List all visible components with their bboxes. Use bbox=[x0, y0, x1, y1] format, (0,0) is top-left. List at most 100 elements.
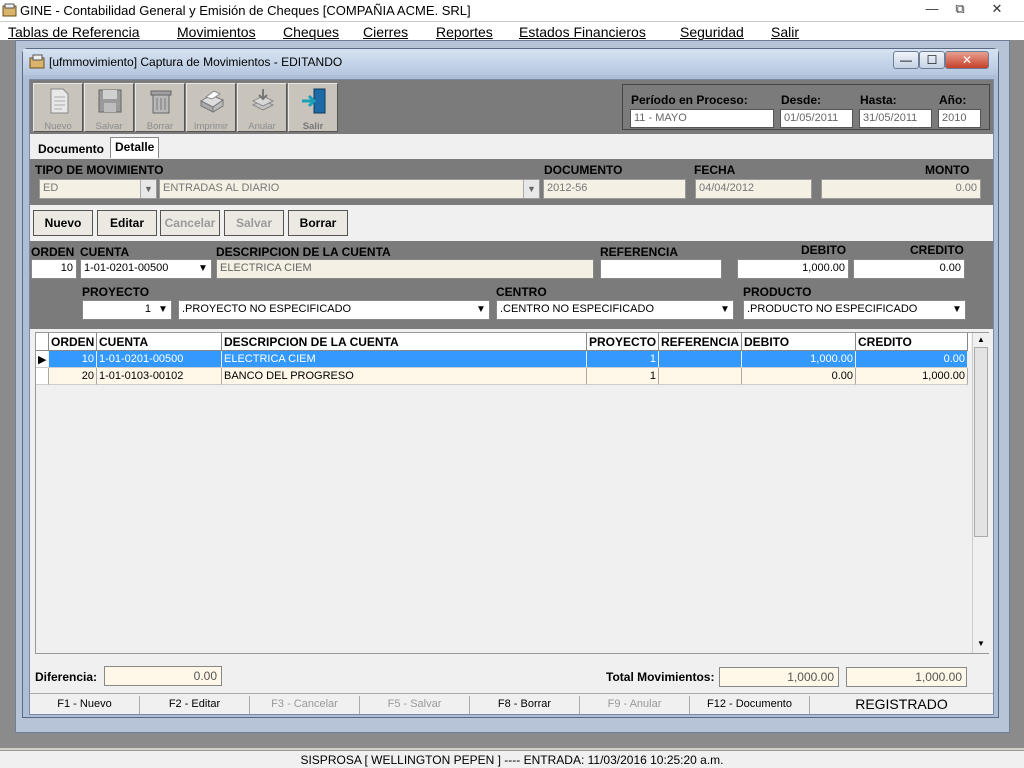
tipo-desc-select[interactable]: ENTRADAS AL DIARIO ▼ bbox=[159, 179, 540, 199]
cell-descripcion: BANCO DEL PROGRESO bbox=[222, 368, 587, 385]
diferencia-field: 0.00 bbox=[104, 666, 222, 686]
referencia-field[interactable] bbox=[600, 259, 722, 279]
total-debito-field: 1,000.00 bbox=[719, 667, 839, 687]
menu-estados-financieros[interactable]: Estados Financieros bbox=[519, 23, 646, 41]
app-minimize-button[interactable]: — bbox=[918, 0, 946, 18]
chevron-down-icon: ▼ bbox=[717, 301, 733, 319]
printer-icon bbox=[199, 90, 225, 113]
borrar-tool-label: Borrar bbox=[146, 121, 174, 132]
col-orden[interactable]: ORDEN bbox=[49, 333, 97, 351]
window-minimize-button[interactable]: — bbox=[893, 51, 919, 69]
desde-field: 01/05/2011 bbox=[780, 109, 853, 128]
documento-label: DOCUMENTO bbox=[544, 163, 623, 177]
menu-cierres[interactable]: Cierres bbox=[363, 23, 408, 41]
scroll-down-icon[interactable]: ▼ bbox=[975, 639, 987, 648]
salvar-tool-button[interactable]: Salvar bbox=[84, 83, 134, 132]
chevron-down-icon: ▼ bbox=[195, 260, 211, 278]
credito-field[interactable]: 0.00 bbox=[853, 259, 965, 279]
nuevo-button[interactable]: Nuevo bbox=[33, 210, 93, 236]
proyecto-label: PROYECTO bbox=[82, 285, 150, 299]
toolbar: Nuevo Salvar Borrar Imprimir Anular Sali… bbox=[30, 80, 993, 134]
menu-movimientos[interactable]: Movimientos bbox=[177, 23, 256, 41]
movement-header: TIPO DE MOVIMIENTO ED ▼ ENTRADAS AL DIARI… bbox=[30, 159, 993, 205]
cell-orden: 20 bbox=[49, 368, 97, 385]
cell-cuenta: 1-01-0103-00102 bbox=[97, 368, 222, 385]
debito-field[interactable]: 1,000.00 bbox=[737, 259, 849, 279]
table-row[interactable]: ▶ 10 1-01-0201-00500 ELECTRICA CIEM 1 1,… bbox=[36, 351, 971, 368]
detail-grid: ORDEN CUENTA DESCRIPCION DE LA CUENTA PR… bbox=[35, 332, 989, 654]
cell-cuenta: 1-01-0201-00500 bbox=[97, 351, 222, 368]
anio-label: Año: bbox=[939, 93, 967, 107]
app-restore-button[interactable]: ⧉ bbox=[946, 0, 974, 18]
proyecto-value: .PROYECTO NO ESPECIFICADO bbox=[182, 303, 352, 315]
cancelar-button[interactable]: Cancelar bbox=[160, 210, 220, 236]
app-close-button[interactable]: ✕ bbox=[983, 0, 1011, 18]
menu-cheques[interactable]: Cheques bbox=[283, 23, 339, 41]
descripcion-field: ELECTRICA CIEM bbox=[216, 259, 594, 279]
desde-label: Desde: bbox=[781, 93, 822, 107]
f1-nuevo-key[interactable]: F1 - Nuevo bbox=[30, 696, 140, 714]
window-icon bbox=[29, 54, 45, 69]
salir-tool-button[interactable]: Salir bbox=[288, 83, 338, 132]
col-credito[interactable]: CREDITO bbox=[856, 333, 968, 351]
grid-indicator-header bbox=[36, 333, 49, 351]
period-panel: Período en Proceso: 11 - MAYO Desde: 01/… bbox=[622, 84, 990, 130]
centro-select[interactable]: .CENTRO NO ESPECIFICADO ▼ bbox=[496, 300, 734, 320]
detail-editor: ORDEN CUENTA DESCRIPCION DE LA CUENTA RE… bbox=[30, 241, 993, 329]
referencia-label: REFERENCIA bbox=[600, 245, 679, 259]
imprimir-tool-button[interactable]: Imprimir bbox=[186, 83, 236, 132]
periodo-field: 11 - MAYO bbox=[630, 109, 774, 128]
borrar-tool-button[interactable]: Borrar bbox=[135, 83, 185, 132]
documento-field[interactable]: 2012-56 bbox=[543, 179, 686, 199]
col-proyecto[interactable]: PROYECTO bbox=[587, 333, 659, 351]
cuenta-select[interactable]: 1-01-0201-00500 ▼ bbox=[80, 259, 212, 279]
window-close-button[interactable]: ✕ bbox=[945, 51, 989, 69]
salvar-tool-label: Salvar bbox=[95, 121, 123, 132]
proyecto-num-select[interactable]: 1 ▼ bbox=[82, 300, 172, 320]
debito-label: DEBITO bbox=[801, 243, 847, 257]
orden-field[interactable]: 10 bbox=[31, 259, 77, 279]
tab-documento[interactable]: Documento bbox=[34, 140, 108, 158]
document-icon bbox=[50, 88, 69, 114]
f12-documento-key[interactable]: F12 - Documento bbox=[690, 696, 810, 714]
f2-editar-key[interactable]: F2 - Editar bbox=[140, 696, 250, 714]
anular-tool-label: Anular bbox=[248, 121, 276, 132]
producto-value: .PRODUCTO NO ESPECIFICADO bbox=[747, 303, 918, 315]
f9-anular-key[interactable]: F9 - Anular bbox=[580, 696, 690, 714]
col-cuenta[interactable]: CUENTA bbox=[97, 333, 222, 351]
anular-tool-button[interactable]: Anular bbox=[237, 83, 287, 132]
menu-reportes[interactable]: Reportes bbox=[436, 23, 493, 41]
window-maximize-button[interactable]: ☐ bbox=[919, 51, 945, 69]
nuevo-tool-button[interactable]: Nuevo bbox=[33, 83, 83, 132]
grid-scrollbar[interactable]: ▲ ▼ bbox=[972, 333, 989, 653]
movimientos-window: [ufmmovimiento] Captura de Movimientos -… bbox=[22, 48, 999, 718]
col-descripcion[interactable]: DESCRIPCION DE LA CUENTA bbox=[222, 333, 587, 351]
chevron-down-icon: ▼ bbox=[949, 301, 965, 319]
f3-cancelar-key[interactable]: F3 - Cancelar bbox=[250, 696, 360, 714]
exit-icon bbox=[302, 88, 326, 114]
menu-seguridad[interactable]: Seguridad bbox=[680, 23, 744, 41]
borrar-button[interactable]: Borrar bbox=[288, 210, 348, 236]
cell-orden: 10 bbox=[49, 351, 97, 368]
fecha-field[interactable]: 04/04/2012 bbox=[695, 179, 812, 199]
producto-label: PRODUCTO bbox=[743, 285, 812, 299]
app-title: GINE - Contabilidad General y Emisión de… bbox=[20, 3, 471, 18]
col-debito[interactable]: DEBITO bbox=[742, 333, 856, 351]
table-row[interactable]: 20 1-01-0103-00102 BANCO DEL PROGRESO 1 … bbox=[36, 368, 971, 385]
salvar-button[interactable]: Salvar bbox=[224, 210, 284, 236]
tipo-movimiento-label: TIPO DE MOVIMIENTO bbox=[35, 163, 164, 177]
producto-select[interactable]: .PRODUCTO NO ESPECIFICADO ▼ bbox=[743, 300, 966, 320]
f5-salvar-key[interactable]: F5 - Salvar bbox=[360, 696, 470, 714]
f8-borrar-key[interactable]: F8 - Borrar bbox=[470, 696, 580, 714]
nuevo-tool-label: Nuevo bbox=[44, 121, 72, 132]
col-referencia[interactable]: REFERENCIA bbox=[659, 333, 742, 351]
scroll-up-icon[interactable]: ▲ bbox=[975, 335, 987, 344]
app-icon bbox=[2, 3, 17, 17]
tipo-code-select[interactable]: ED ▼ bbox=[39, 179, 157, 199]
tab-detalle[interactable]: Detalle bbox=[110, 137, 160, 158]
proyecto-select[interactable]: .PROYECTO NO ESPECIFICADO ▼ bbox=[178, 300, 490, 320]
menu-tablas-de-referencia[interactable]: Tablas de Referencia bbox=[8, 23, 140, 41]
editar-button[interactable]: Editar bbox=[97, 210, 157, 236]
scroll-thumb[interactable] bbox=[974, 347, 988, 537]
menu-salir[interactable]: Salir bbox=[771, 23, 799, 41]
